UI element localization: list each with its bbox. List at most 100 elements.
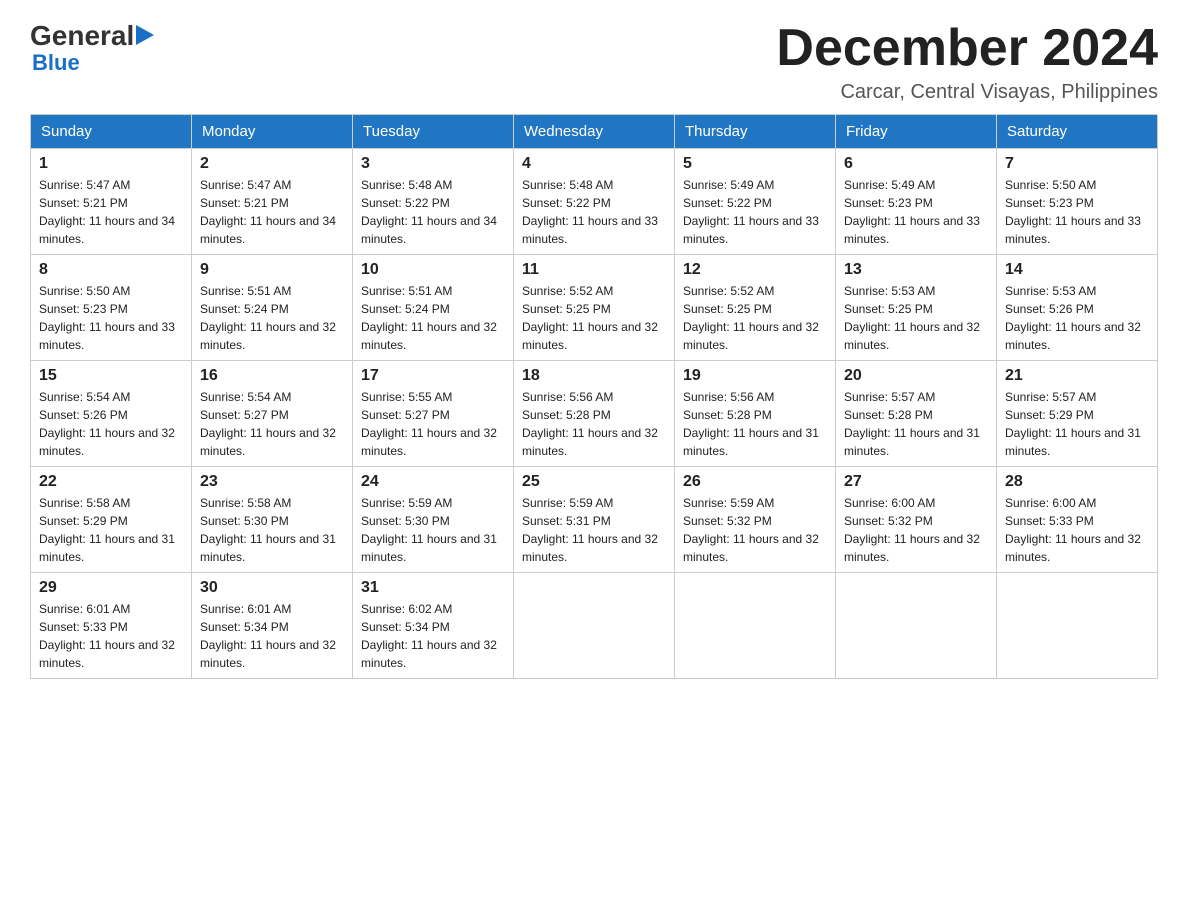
logo-flag-icon <box>136 25 158 47</box>
calendar-day-cell: 14 Sunrise: 5:53 AM Sunset: 5:26 PM Dayl… <box>997 255 1158 361</box>
day-info: Sunrise: 5:52 AM Sunset: 5:25 PM Dayligh… <box>683 282 827 354</box>
day-number: 6 <box>844 155 988 173</box>
day-number: 26 <box>683 473 827 491</box>
day-number: 21 <box>1005 367 1149 385</box>
calendar-header-cell: Tuesday <box>353 115 514 149</box>
day-number: 12 <box>683 261 827 279</box>
day-info: Sunrise: 5:50 AM Sunset: 5:23 PM Dayligh… <box>39 282 183 354</box>
day-info: Sunrise: 5:51 AM Sunset: 5:24 PM Dayligh… <box>200 282 344 354</box>
day-number: 5 <box>683 155 827 173</box>
calendar-day-cell: 31 Sunrise: 6:02 AM Sunset: 5:34 PM Dayl… <box>353 573 514 679</box>
calendar-day-cell: 24 Sunrise: 5:59 AM Sunset: 5:30 PM Dayl… <box>353 467 514 573</box>
calendar-day-cell: 20 Sunrise: 5:57 AM Sunset: 5:28 PM Dayl… <box>836 361 997 467</box>
logo: General Blue <box>30 20 158 76</box>
calendar-day-cell: 1 Sunrise: 5:47 AM Sunset: 5:21 PM Dayli… <box>31 149 192 255</box>
calendar-day-cell: 28 Sunrise: 6:00 AM Sunset: 5:33 PM Dayl… <box>997 467 1158 573</box>
calendar-day-cell: 25 Sunrise: 5:59 AM Sunset: 5:31 PM Dayl… <box>514 467 675 573</box>
calendar-day-cell: 4 Sunrise: 5:48 AM Sunset: 5:22 PM Dayli… <box>514 149 675 255</box>
day-number: 22 <box>39 473 183 491</box>
calendar-day-cell <box>997 573 1158 679</box>
day-info: Sunrise: 6:01 AM Sunset: 5:34 PM Dayligh… <box>200 600 344 672</box>
day-info: Sunrise: 5:59 AM Sunset: 5:31 PM Dayligh… <box>522 494 666 566</box>
day-number: 20 <box>844 367 988 385</box>
calendar-day-cell: 23 Sunrise: 5:58 AM Sunset: 5:30 PM Dayl… <box>192 467 353 573</box>
calendar-body: 1 Sunrise: 5:47 AM Sunset: 5:21 PM Dayli… <box>31 149 1158 679</box>
day-info: Sunrise: 5:59 AM Sunset: 5:30 PM Dayligh… <box>361 494 505 566</box>
calendar-day-cell <box>514 573 675 679</box>
day-number: 15 <box>39 367 183 385</box>
day-number: 30 <box>200 579 344 597</box>
calendar-header: SundayMondayTuesdayWednesdayThursdayFrid… <box>31 115 1158 149</box>
day-info: Sunrise: 5:56 AM Sunset: 5:28 PM Dayligh… <box>683 388 827 460</box>
calendar-day-cell: 11 Sunrise: 5:52 AM Sunset: 5:25 PM Dayl… <box>514 255 675 361</box>
day-number: 14 <box>1005 261 1149 279</box>
page-header: General Blue December 2024 Carcar, Centr… <box>30 20 1158 104</box>
calendar-day-cell: 13 Sunrise: 5:53 AM Sunset: 5:25 PM Dayl… <box>836 255 997 361</box>
day-number: 7 <box>1005 155 1149 173</box>
day-info: Sunrise: 5:56 AM Sunset: 5:28 PM Dayligh… <box>522 388 666 460</box>
calendar-header-cell: Thursday <box>675 115 836 149</box>
calendar-week-row: 1 Sunrise: 5:47 AM Sunset: 5:21 PM Dayli… <box>31 149 1158 255</box>
calendar-day-cell: 17 Sunrise: 5:55 AM Sunset: 5:27 PM Dayl… <box>353 361 514 467</box>
day-info: Sunrise: 5:55 AM Sunset: 5:27 PM Dayligh… <box>361 388 505 460</box>
day-info: Sunrise: 6:00 AM Sunset: 5:32 PM Dayligh… <box>844 494 988 566</box>
day-info: Sunrise: 5:59 AM Sunset: 5:32 PM Dayligh… <box>683 494 827 566</box>
calendar-header-cell: Friday <box>836 115 997 149</box>
day-number: 10 <box>361 261 505 279</box>
day-number: 25 <box>522 473 666 491</box>
day-info: Sunrise: 5:54 AM Sunset: 5:26 PM Dayligh… <box>39 388 183 460</box>
calendar-day-cell: 3 Sunrise: 5:48 AM Sunset: 5:22 PM Dayli… <box>353 149 514 255</box>
day-number: 16 <box>200 367 344 385</box>
calendar-table: SundayMondayTuesdayWednesdayThursdayFrid… <box>30 114 1158 679</box>
day-info: Sunrise: 5:50 AM Sunset: 5:23 PM Dayligh… <box>1005 176 1149 248</box>
day-info: Sunrise: 6:00 AM Sunset: 5:33 PM Dayligh… <box>1005 494 1149 566</box>
calendar-header-cell: Monday <box>192 115 353 149</box>
calendar-day-cell: 8 Sunrise: 5:50 AM Sunset: 5:23 PM Dayli… <box>31 255 192 361</box>
day-number: 1 <box>39 155 183 173</box>
day-number: 4 <box>522 155 666 173</box>
calendar-week-row: 15 Sunrise: 5:54 AM Sunset: 5:26 PM Dayl… <box>31 361 1158 467</box>
day-info: Sunrise: 6:02 AM Sunset: 5:34 PM Dayligh… <box>361 600 505 672</box>
day-info: Sunrise: 5:53 AM Sunset: 5:25 PM Dayligh… <box>844 282 988 354</box>
day-number: 11 <box>522 261 666 279</box>
day-info: Sunrise: 5:49 AM Sunset: 5:22 PM Dayligh… <box>683 176 827 248</box>
day-info: Sunrise: 5:48 AM Sunset: 5:22 PM Dayligh… <box>522 176 666 248</box>
calendar-day-cell: 15 Sunrise: 5:54 AM Sunset: 5:26 PM Dayl… <box>31 361 192 467</box>
day-number: 19 <box>683 367 827 385</box>
day-info: Sunrise: 5:48 AM Sunset: 5:22 PM Dayligh… <box>361 176 505 248</box>
day-info: Sunrise: 5:51 AM Sunset: 5:24 PM Dayligh… <box>361 282 505 354</box>
calendar-day-cell: 12 Sunrise: 5:52 AM Sunset: 5:25 PM Dayl… <box>675 255 836 361</box>
day-number: 27 <box>844 473 988 491</box>
calendar-day-cell: 27 Sunrise: 6:00 AM Sunset: 5:32 PM Dayl… <box>836 467 997 573</box>
day-info: Sunrise: 5:49 AM Sunset: 5:23 PM Dayligh… <box>844 176 988 248</box>
day-number: 29 <box>39 579 183 597</box>
day-number: 8 <box>39 261 183 279</box>
calendar-day-cell: 21 Sunrise: 5:57 AM Sunset: 5:29 PM Dayl… <box>997 361 1158 467</box>
calendar-day-cell: 30 Sunrise: 6:01 AM Sunset: 5:34 PM Dayl… <box>192 573 353 679</box>
day-number: 2 <box>200 155 344 173</box>
day-info: Sunrise: 5:57 AM Sunset: 5:29 PM Dayligh… <box>1005 388 1149 460</box>
calendar-header-cell: Saturday <box>997 115 1158 149</box>
day-number: 17 <box>361 367 505 385</box>
calendar-week-row: 22 Sunrise: 5:58 AM Sunset: 5:29 PM Dayl… <box>31 467 1158 573</box>
location-subtitle: Carcar, Central Visayas, Philippines <box>776 81 1158 104</box>
day-info: Sunrise: 6:01 AM Sunset: 5:33 PM Dayligh… <box>39 600 183 672</box>
day-info: Sunrise: 5:53 AM Sunset: 5:26 PM Dayligh… <box>1005 282 1149 354</box>
day-number: 3 <box>361 155 505 173</box>
calendar-day-cell: 26 Sunrise: 5:59 AM Sunset: 5:32 PM Dayl… <box>675 467 836 573</box>
calendar-week-row: 8 Sunrise: 5:50 AM Sunset: 5:23 PM Dayli… <box>31 255 1158 361</box>
day-info: Sunrise: 5:58 AM Sunset: 5:30 PM Dayligh… <box>200 494 344 566</box>
day-info: Sunrise: 5:52 AM Sunset: 5:25 PM Dayligh… <box>522 282 666 354</box>
calendar-day-cell: 22 Sunrise: 5:58 AM Sunset: 5:29 PM Dayl… <box>31 467 192 573</box>
calendar-day-cell: 6 Sunrise: 5:49 AM Sunset: 5:23 PM Dayli… <box>836 149 997 255</box>
day-number: 13 <box>844 261 988 279</box>
calendar-day-cell: 18 Sunrise: 5:56 AM Sunset: 5:28 PM Dayl… <box>514 361 675 467</box>
day-number: 28 <box>1005 473 1149 491</box>
day-info: Sunrise: 5:57 AM Sunset: 5:28 PM Dayligh… <box>844 388 988 460</box>
day-info: Sunrise: 5:47 AM Sunset: 5:21 PM Dayligh… <box>39 176 183 248</box>
day-info: Sunrise: 5:54 AM Sunset: 5:27 PM Dayligh… <box>200 388 344 460</box>
day-info: Sunrise: 5:58 AM Sunset: 5:29 PM Dayligh… <box>39 494 183 566</box>
calendar-day-cell: 5 Sunrise: 5:49 AM Sunset: 5:22 PM Dayli… <box>675 149 836 255</box>
month-year-title: December 2024 <box>776 20 1158 77</box>
day-number: 9 <box>200 261 344 279</box>
